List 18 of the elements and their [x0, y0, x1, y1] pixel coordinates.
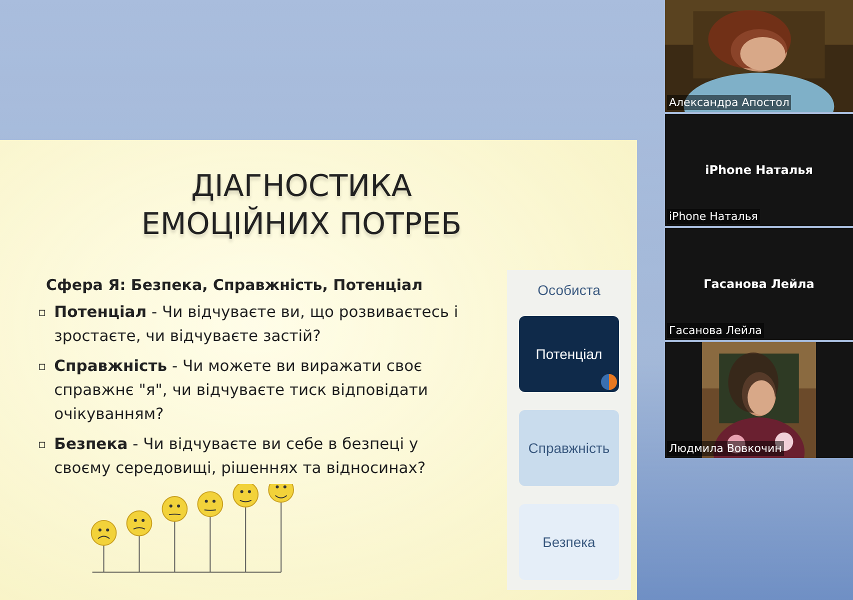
participant-name: Гасанова Лейла — [667, 323, 764, 338]
participant-display-name: iPhone Наталья — [705, 163, 813, 177]
bullet-text: Безпека - Чи відчуваєте ви себе в безпеці у своєму середовищі, рішеннях та відносинах? — [54, 434, 427, 479]
bullet-marker: ▫ — [38, 436, 46, 453]
category-card[interactable]: Справжність — [519, 410, 619, 486]
participant-name: Людмила Вовкочин — [667, 441, 784, 456]
participant-display-name: Гасанова Лейла — [704, 277, 814, 291]
participant-name: Александра Апостол — [667, 95, 792, 110]
participant-name: iPhone Наталья — [667, 209, 760, 224]
bullet-marker: ▫ — [38, 358, 46, 375]
category-card[interactable]: Потенціал — [519, 316, 619, 392]
bullet-text: Потенціал - Чи відчуваєте ви, що розвиваєтесь і зростаєте, чи відчуваєте застій? — [54, 302, 460, 347]
bullet-text: Справжність - Чи можете ви виражати своє справжнє "я", чи відчуваєте тиск відповідати очікуванням? — [54, 356, 429, 425]
slide-title: ДІАГНОСТИКА ЕМОЦІЙНИХ ПОТРЕБ — [141, 168, 462, 244]
category-card[interactable]: Безпека — [519, 504, 619, 580]
panel-title: Особиста — [538, 282, 600, 298]
bullet-marker: ▫ — [38, 304, 46, 321]
slide-heading: Сфера Я: Безпека, Справжність, Потенціал — [46, 276, 424, 294]
